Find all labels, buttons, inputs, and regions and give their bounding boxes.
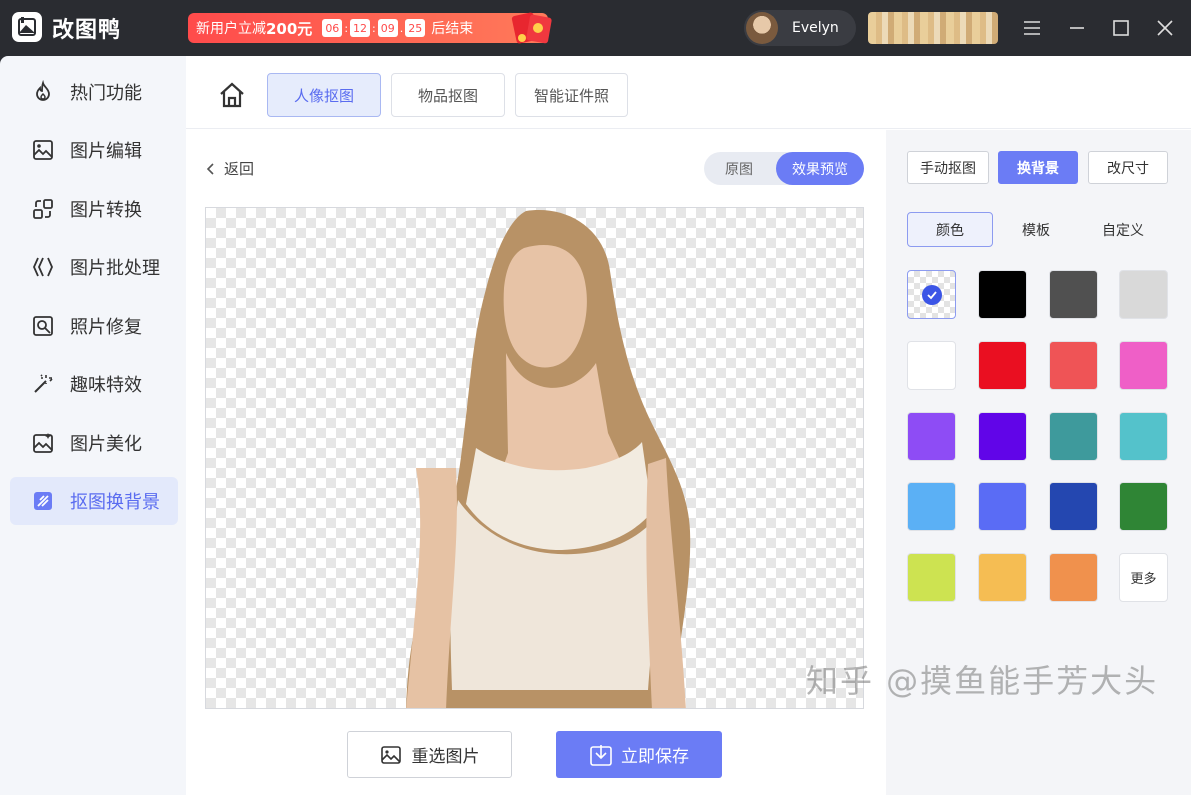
swatch-transparent[interactable] [907,270,956,319]
more-colors-button[interactable]: 更多 [1119,553,1168,602]
check-icon [921,284,942,305]
toggle-original[interactable]: 原图 [704,152,774,185]
color-swatch[interactable] [1119,482,1168,531]
manual-cutout-button[interactable]: 手动抠图 [907,151,989,184]
reselect-image-button[interactable]: 重选图片 [347,731,512,778]
sidebar-item-image-edit[interactable]: 图片编辑 [10,126,178,174]
sidebar-item-hot[interactable]: 热门功能 [10,68,178,116]
cutout-portrait-image [406,210,691,708]
color-swatch[interactable] [1049,412,1098,461]
promo-suffix: 后结束 [431,21,474,37]
color-swatch[interactable] [1049,553,1098,602]
tab-id-photo[interactable]: 智能证件照 [515,73,628,117]
promo-banner[interactable]: 新用户立减 200元 06: 12: 09. 25 后结束 [188,13,548,43]
sidebar-item-batch[interactable]: 图片批处理 [10,243,178,291]
color-swatch[interactable] [978,482,1027,531]
sidebar-item-repair[interactable]: 照片修复 [10,302,178,350]
color-swatch[interactable] [1049,270,1098,319]
sidebar: 热门功能 图片编辑 图片转换 图片批处理 照片修复 趣味特效 图片美化 抠图换背… [0,56,186,795]
timer-centis: 25 [405,19,426,37]
cutout-icon [30,488,56,514]
color-swatch[interactable] [1049,482,1098,531]
sidebar-item-effects[interactable]: 趣味特效 [10,360,178,408]
tab-portrait-cutout[interactable]: 人像抠图 [267,73,381,117]
sidebar-item-label: 照片修复 [70,317,142,338]
promo-text: 新用户立减 [196,21,266,37]
change-background-button[interactable]: 换背景 [998,151,1078,184]
home-icon[interactable] [216,80,248,114]
timer-seconds: 09 [377,19,398,37]
back-label: 返回 [224,160,255,178]
sidebar-item-beautify[interactable]: 图片美化 [10,419,178,467]
color-swatch[interactable] [1049,341,1098,390]
color-swatch[interactable] [907,412,956,461]
sidebar-item-label: 图片编辑 [70,141,142,162]
sidebar-item-label: 抠图换背景 [70,492,160,513]
image-edit-icon [30,137,56,163]
avatar [746,12,778,44]
image-beautify-icon [30,430,56,456]
reselect-label: 重选图片 [411,747,480,767]
sidebar-item-cutout[interactable]: 抠图换背景 [10,477,178,525]
tab-color[interactable]: 颜色 [907,212,993,247]
photo-repair-icon [30,313,56,339]
magic-wand-icon [30,371,56,397]
timer-minutes: 12 [350,19,371,37]
top-nav: 人像抠图 物品抠图 智能证件照 [186,56,1191,129]
color-swatch[interactable] [978,270,1027,319]
save-now-button[interactable]: 立即保存 [556,731,722,778]
color-swatch[interactable] [978,412,1027,461]
user-account[interactable]: Evelyn [744,10,856,46]
color-swatch[interactable] [1119,270,1168,319]
sidebar-item-label: 图片转换 [70,200,142,221]
promo-amount: 200元 [266,19,313,38]
menu-icon[interactable] [1020,16,1044,40]
download-icon [590,744,612,766]
red-envelope-icon [508,10,556,50]
blurred-vip-badge[interactable] [868,12,998,44]
watermark: 知乎 @摸鱼能手芳大头 [806,662,1159,700]
maximize-icon[interactable] [1109,16,1133,40]
color-swatch[interactable] [1119,341,1168,390]
sidebar-item-convert[interactable]: 图片转换 [10,185,178,233]
chevron-left-icon [206,162,214,175]
convert-icon [30,196,56,222]
color-swatch[interactable] [978,341,1027,390]
color-swatch[interactable] [907,553,956,602]
tab-template[interactable]: 模板 [996,212,1076,247]
canvas-area: 返回 原图 效果预览 重选图片 立即保存 [186,130,886,795]
sidebar-item-label: 热门功能 [70,83,142,104]
color-swatch[interactable] [907,341,956,390]
color-swatch[interactable] [907,482,956,531]
view-toggle: 原图 效果预览 [704,152,864,185]
sidebar-item-label: 图片批处理 [70,258,160,279]
app-name: 改图鸭 [52,18,122,43]
sidebar-item-label: 图片美化 [70,434,142,455]
minimize-icon[interactable] [1065,16,1089,40]
image-preview [205,207,864,709]
timer-hours: 06 [322,19,343,37]
resize-button[interactable]: 改尺寸 [1088,151,1168,184]
tab-object-cutout[interactable]: 物品抠图 [391,73,505,117]
save-label: 立即保存 [621,747,689,767]
color-swatch[interactable] [1119,412,1168,461]
countdown-timer: 06: 12: 09. 25 [322,19,426,37]
flame-icon [30,79,56,105]
back-button[interactable]: 返回 [204,158,254,179]
main-area: 人像抠图 物品抠图 智能证件照 返回 原图 效果预览 重选图片 立即保存 手动抠… [186,56,1191,795]
batch-icon [30,254,56,280]
close-icon[interactable] [1153,16,1177,40]
sidebar-item-label: 趣味特效 [70,375,142,396]
user-name: Evelyn [792,20,839,36]
image-icon [380,745,401,764]
app-logo-icon [12,12,42,42]
toggle-preview[interactable]: 效果预览 [776,152,864,185]
tab-custom[interactable]: 自定义 [1082,212,1164,247]
title-bar: 改图鸭 新用户立减 200元 06: 12: 09. 25 后结束 Evelyn [0,0,1191,56]
color-swatch[interactable] [978,553,1027,602]
